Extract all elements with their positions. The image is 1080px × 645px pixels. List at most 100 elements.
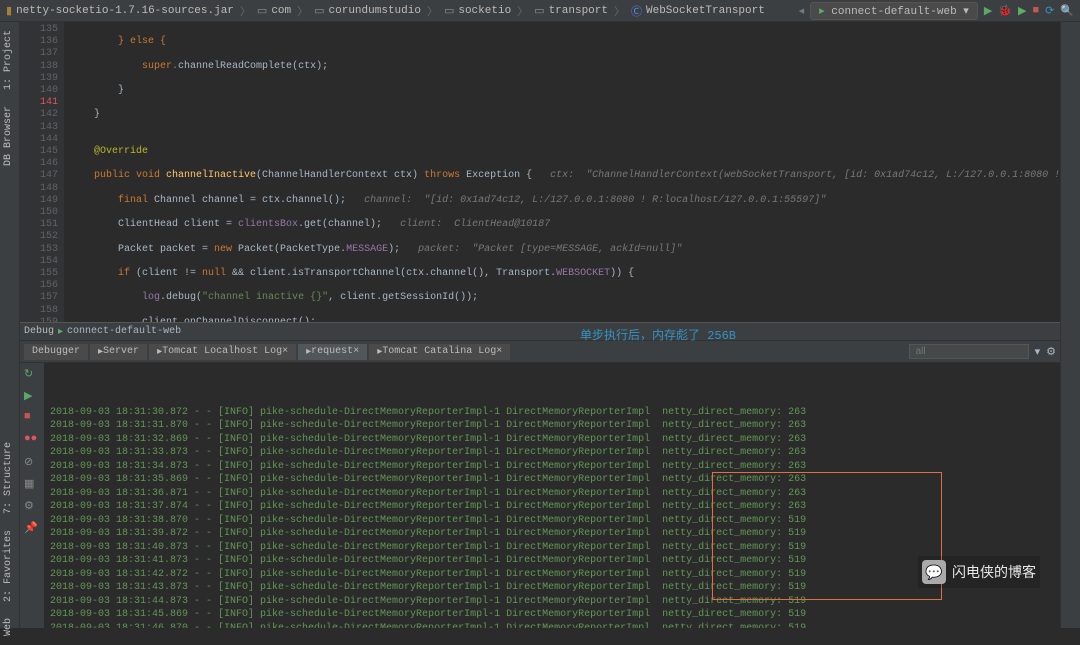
code-token: , client.getSessionId());: [328, 292, 478, 303]
run-config-select[interactable]: ▸ connect-default-web ▾: [810, 2, 978, 20]
breadcrumb: ▮netty-socketio-1.7.16-sources.jar 〉 ▭co…: [0, 0, 1080, 22]
line-num: 146: [22, 158, 58, 170]
stop-icon[interactable]: ■: [24, 411, 40, 427]
stop-icon[interactable]: ■: [1032, 5, 1039, 17]
update-icon[interactable]: ⟳: [1045, 4, 1054, 18]
settings-icon[interactable]: ⚙: [24, 499, 40, 515]
line-num: 158: [22, 305, 58, 317]
log-line: 2018-09-03 18:31:34.873 - - [INFO] pike-…: [50, 460, 1054, 474]
line-num: 137: [22, 48, 58, 60]
folder-icon: ▭: [534, 4, 544, 18]
tab-server[interactable]: ▸ Server: [90, 344, 147, 360]
bc-pkg-transport[interactable]: ▭transport: [534, 4, 608, 18]
line-num: 143: [22, 122, 58, 134]
bc-sep-icon: 〉: [614, 3, 625, 19]
line-num: 138: [22, 61, 58, 73]
log-line: 2018-09-03 18:31:45.869 - - [INFO] pike-…: [50, 608, 1054, 622]
line-num: 154: [22, 256, 58, 268]
debug-panel: Debug ▸ connect-default-web Debugger ▸ S…: [20, 322, 1060, 628]
code-token: final: [70, 195, 154, 206]
tab-tomcat-localhost[interactable]: ▸ Tomcat Localhost Log ×: [149, 344, 296, 360]
code-token: super.: [70, 61, 178, 72]
code-token: channelInactive: [166, 170, 256, 181]
line-num-breakpoint[interactable]: 141: [22, 97, 58, 109]
watermark: 💬 闪电侠的博客: [918, 556, 1040, 588]
log-line: 2018-09-03 18:31:37.874 - - [INFO] pike-…: [50, 500, 1054, 514]
code-token: [70, 292, 142, 303]
resume-icon[interactable]: ▶: [24, 389, 40, 405]
filter-dropdown-icon[interactable]: ▾: [1035, 345, 1041, 359]
code-token: (client !=: [136, 268, 202, 279]
line-num: 144: [22, 134, 58, 146]
right-tool-strip: [1060, 22, 1080, 628]
bc-sep-icon: 〉: [427, 3, 438, 19]
code-token: clientsBox: [238, 219, 298, 230]
folder-icon: ▭: [444, 4, 454, 18]
sidebar-project[interactable]: 1: Project: [0, 22, 17, 98]
gutter[interactable]: 135 136 137 138 139 140 141 142 143 144 …: [20, 22, 64, 322]
rerun-icon[interactable]: ↻: [24, 367, 40, 383]
code-line: }: [70, 85, 1054, 97]
log-line: 2018-09-03 18:31:30.872 - - [INFO] pike-…: [50, 406, 1054, 420]
bc-pkg-com[interactable]: ▭com: [257, 4, 291, 18]
log-filter-input[interactable]: [909, 344, 1029, 359]
run-icon[interactable]: ▶: [984, 4, 992, 18]
watermark-text: 闪电侠的博客: [952, 562, 1036, 582]
log-line: 2018-09-03 18:31:44.873 - - [INFO] pike-…: [50, 595, 1054, 609]
inline-hint: client: ClientHead@10187: [400, 219, 550, 230]
search-icon[interactable]: 🔍: [1060, 4, 1074, 18]
sidebar-structure[interactable]: 7: Structure: [0, 434, 17, 522]
view-breakpoints-icon[interactable]: ●●: [24, 433, 40, 449]
tab-request[interactable]: ▸ request ×: [298, 344, 367, 360]
log-line: 2018-09-03 18:31:42.872 - - [INFO] pike-…: [50, 568, 1054, 582]
bc-pkg-socketio[interactable]: ▭socketio: [444, 4, 511, 18]
line-num: 150: [22, 207, 58, 219]
mute-breakpoints-icon[interactable]: ⊘: [24, 455, 40, 471]
code-token: Packet(PacketType.: [238, 244, 346, 255]
code-editor[interactable]: 135 136 137 138 139 140 141 142 143 144 …: [20, 22, 1060, 322]
line-num: 155: [22, 268, 58, 280]
bc-jar[interactable]: ▮netty-socketio-1.7.16-sources.jar: [6, 4, 234, 18]
code-token: Exception {: [466, 170, 550, 181]
sidebar-dbbrowser[interactable]: DB Browser: [0, 98, 17, 174]
folder-icon: ▭: [314, 4, 324, 18]
code-area[interactable]: } else { super.channelReadComplete(ctx);…: [64, 22, 1060, 322]
log-line: 2018-09-03 18:31:33.873 - - [INFO] pike-…: [50, 446, 1054, 460]
layout-icon[interactable]: ▦: [24, 477, 40, 493]
code-token: .debug(: [160, 292, 202, 303]
bc-class[interactable]: ⒸWebSocketTransport: [631, 3, 765, 19]
code-token: );: [388, 244, 418, 255]
code-token: public void: [70, 170, 166, 181]
wechat-icon: 💬: [922, 560, 946, 584]
log-line: 2018-09-03 18:31:32.869 - - [INFO] pike-…: [50, 433, 1054, 447]
code-annotation: @Override: [70, 146, 148, 157]
tab-debugger[interactable]: Debugger: [24, 344, 88, 360]
settings-icon[interactable]: ⚙: [1046, 345, 1056, 359]
coverage-icon[interactable]: ▶: [1018, 4, 1026, 18]
inline-hint: packet: "Packet [type=MESSAGE, ackId=nul…: [418, 244, 682, 255]
log-line: 2018-09-03 18:31:39.872 - - [INFO] pike-…: [50, 527, 1054, 541]
console-output[interactable]: 2018-09-03 18:31:30.872 - - [INFO] pike-…: [44, 363, 1060, 628]
back-icon[interactable]: ◂: [799, 4, 805, 18]
debug-header: Debug ▸ connect-default-web: [20, 323, 1060, 341]
debug-tabs: Debugger ▸ Server ▸ Tomcat Localhost Log…: [20, 341, 1060, 363]
line-num: 152: [22, 231, 58, 243]
log-line: 2018-09-03 18:31:35.869 - - [INFO] pike-…: [50, 473, 1054, 487]
log-line: 2018-09-03 18:31:36.871 - - [INFO] pike-…: [50, 487, 1054, 501]
tab-tomcat-catalina[interactable]: ▸ Tomcat Catalina Log ×: [369, 344, 510, 360]
line-num: 145: [22, 146, 58, 158]
line-num: 157: [22, 292, 58, 304]
debug-icon[interactable]: 🐞: [998, 4, 1012, 18]
code-token: WEBSOCKET: [556, 268, 610, 279]
line-num: 139: [22, 73, 58, 85]
code-token: (ChannelHandlerContext ctx): [256, 170, 424, 181]
pin-icon[interactable]: 📌: [24, 521, 40, 537]
code-token: log: [142, 292, 160, 303]
sidebar-favorites[interactable]: 2: Favorites: [0, 522, 17, 610]
folder-icon: ▭: [257, 4, 267, 18]
bc-pkg-corundum[interactable]: ▭corundumstudio: [314, 4, 421, 18]
sidebar-web[interactable]: Web: [0, 610, 17, 644]
bc-sep-icon: 〉: [297, 3, 308, 19]
code-token: MESSAGE: [346, 244, 388, 255]
line-num: 136: [22, 36, 58, 48]
